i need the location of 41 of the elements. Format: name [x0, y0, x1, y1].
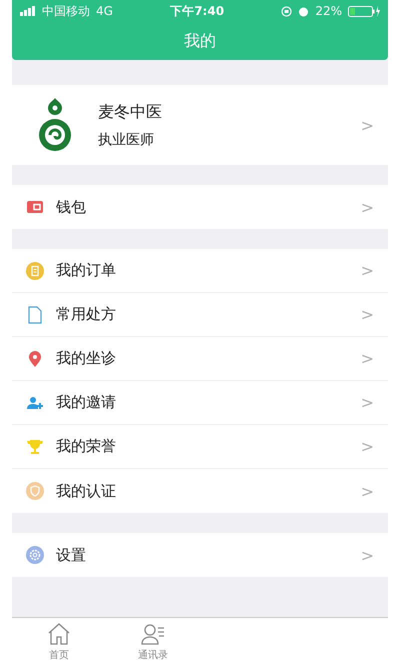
home-icon: [46, 622, 72, 646]
menu-item[interactable]: 常用处方 >: [12, 293, 388, 337]
document-icon: [26, 306, 44, 324]
rotation-lock-icon: [281, 6, 292, 16]
tab-item[interactable]: 首页: [12, 618, 106, 666]
status-time: 下午7:40: [170, 2, 224, 20]
chevron-icon: >: [360, 393, 374, 412]
chevron-icon: >: [360, 261, 374, 280]
menu-item[interactable]: 我的订单 >: [12, 249, 388, 293]
menu-item[interactable]: 我的邀请 >: [12, 381, 388, 425]
menu-item[interactable]: 我的坐诊 >: [12, 337, 388, 381]
location-pin-icon: [26, 350, 44, 368]
chevron-icon: >: [360, 198, 374, 216]
tab-item[interactable]: 通讯录: [106, 618, 200, 666]
chevron-icon: >: [360, 546, 374, 564]
carrier-name: 中国移动: [42, 2, 90, 20]
clipboard-icon: [26, 262, 44, 280]
menu-item[interactable]: 设置 >: [12, 533, 388, 577]
page-title: 我的: [184, 30, 216, 52]
doctor-title: 执业医师: [98, 130, 155, 148]
doctor-name: 麦冬中医: [98, 102, 163, 122]
profile-card[interactable]: 麦冬中医 执业医师 >: [12, 85, 388, 165]
gourd-logo: [38, 98, 72, 152]
menu-item[interactable]: 钱包 >: [12, 185, 388, 229]
menu-item[interactable]: 我的认证 >: [12, 469, 388, 513]
shield-icon: [26, 482, 44, 500]
chevron-icon: >: [360, 116, 374, 134]
wallet-icon: [26, 198, 44, 216]
chevron-icon: >: [360, 349, 374, 368]
settings-icon: [26, 546, 44, 564]
chevron-icon: >: [360, 305, 374, 324]
trophy-icon: [26, 438, 44, 456]
contacts-icon: [140, 622, 166, 646]
chevron-icon: >: [360, 482, 374, 500]
menu-item[interactable]: 我的荣誉 >: [12, 425, 388, 469]
battery-icon: [348, 6, 380, 16]
battery-percent: 22%: [315, 4, 342, 18]
chevron-icon: >: [360, 437, 374, 456]
alarm-icon: [298, 6, 310, 16]
signal-icon: [20, 6, 36, 16]
network-type: 4G: [96, 4, 113, 18]
